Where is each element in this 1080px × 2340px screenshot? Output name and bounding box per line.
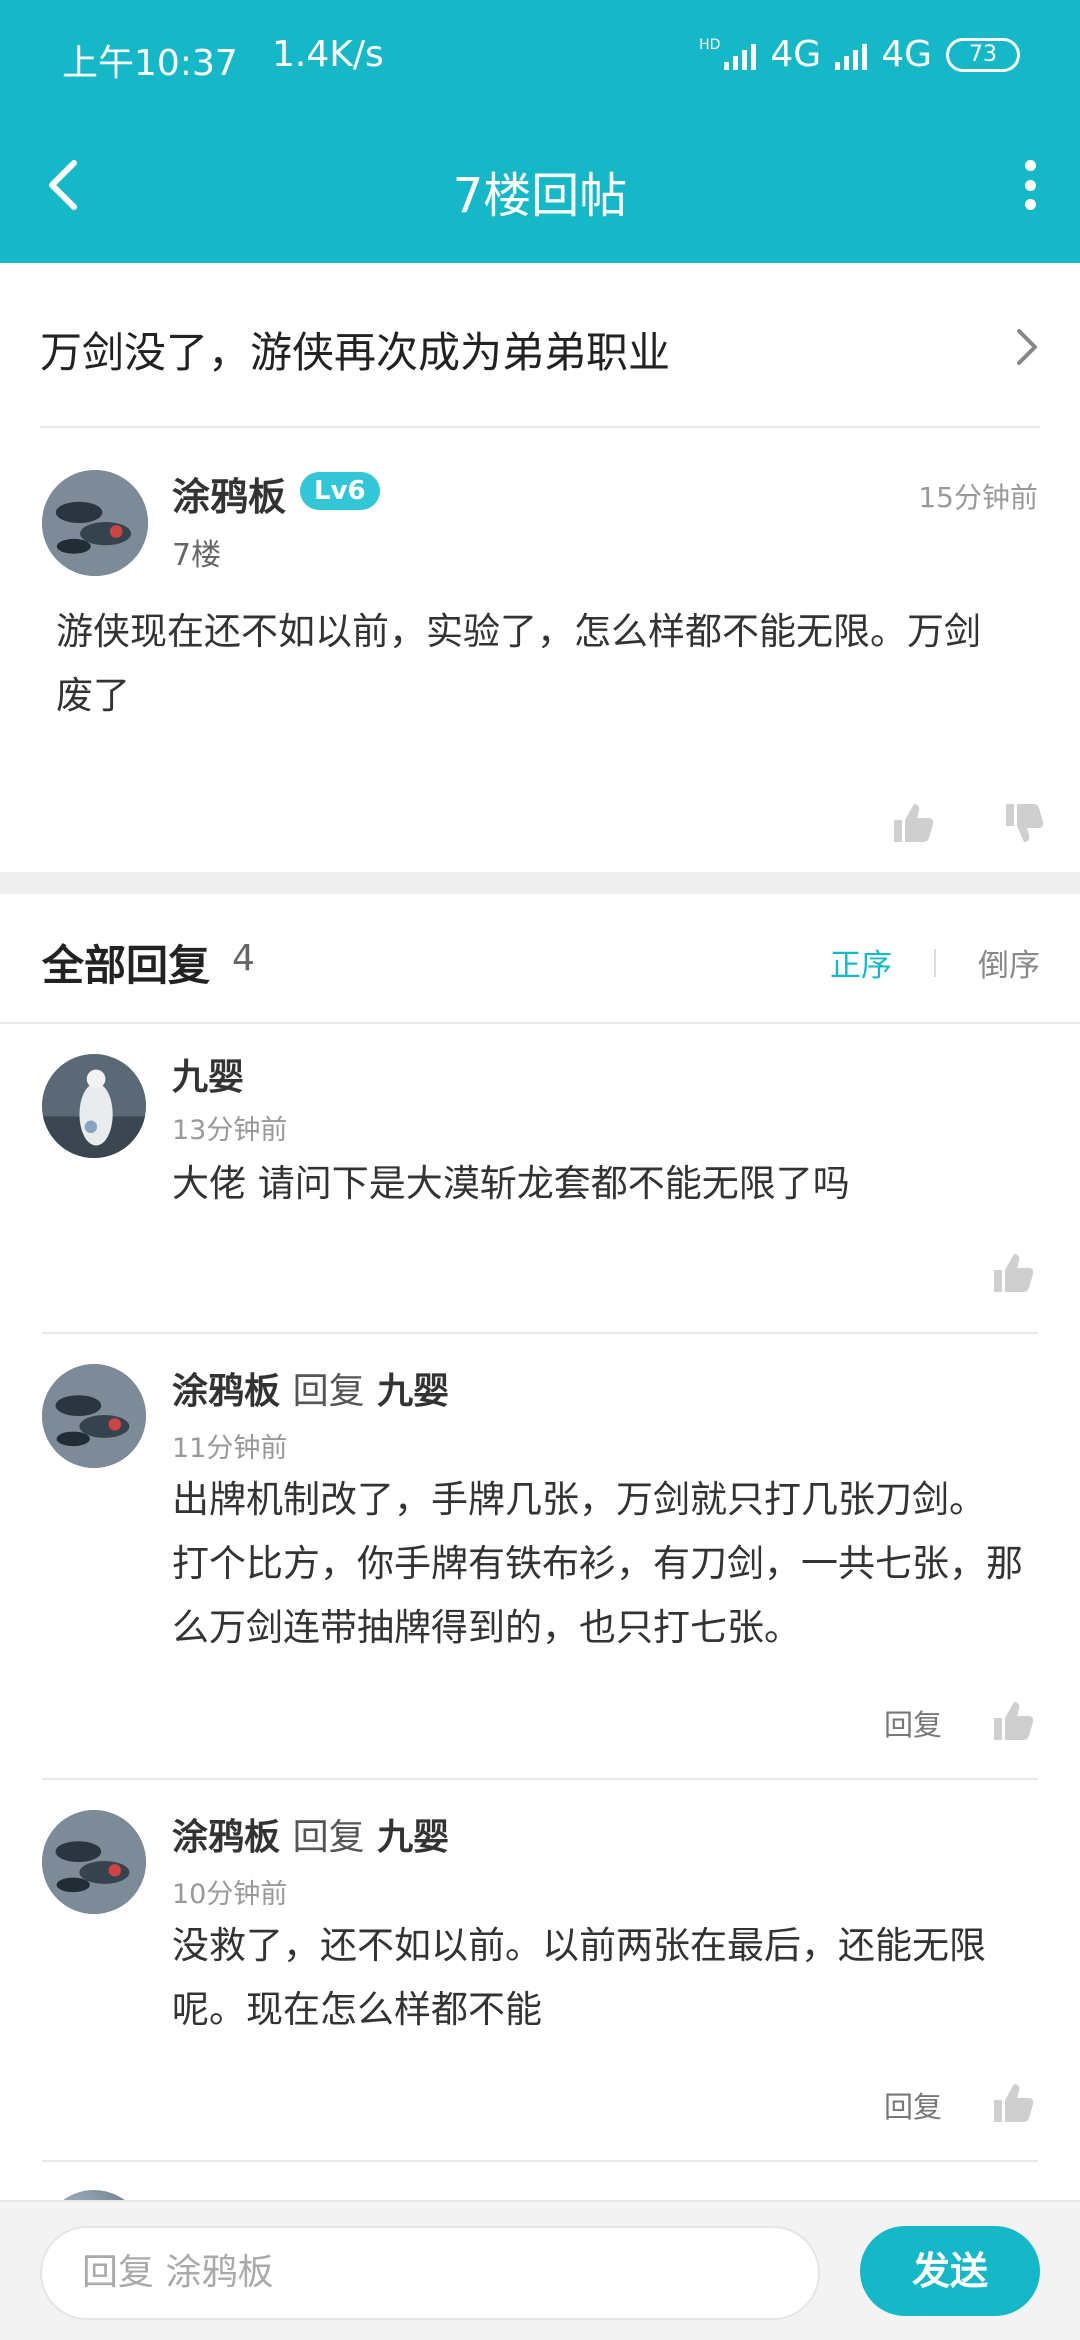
- reply-word: 回复: [292, 1817, 365, 1858]
- post-author[interactable]: 涂鸦板: [172, 466, 286, 521]
- reply-author[interactable]: 涂鸦板: [172, 1371, 280, 1412]
- thread-link[interactable]: 万剑没了，游侠再次成为弟弟职业: [40, 263, 1040, 428]
- reply-content: 没救了，还不如以前。以前两张在最后，还能无限 呢。现在怎么样都不能: [172, 1914, 986, 2042]
- status-icons: HD 4G 4G 73: [699, 34, 1020, 75]
- post-content-line: 废了: [56, 674, 130, 717]
- reply-time: 10分钟前: [172, 1879, 288, 1910]
- reply-content-line: 呢。现在怎么样都不能: [172, 1988, 542, 2031]
- reply-item: 涂鸦板 回复 九婴 10分钟前 没救了，还不如以前。以前两张在最后，还能无限 呢…: [0, 1780, 1080, 2162]
- sort-control: 正序 倒序: [830, 940, 1040, 985]
- reply-content: 大佬 请问下是大漠斩龙套都不能无限了吗: [172, 1152, 850, 1216]
- replies-label: 全部回复: [42, 941, 211, 990]
- thumb-up-icon[interactable]: [990, 1250, 1036, 1296]
- signal-icon: [724, 40, 757, 70]
- replies-header: 全部回复 4 正序 倒序: [0, 894, 1080, 1024]
- reply-item-partial: [0, 2162, 1080, 2202]
- network-type-2: 4G: [881, 34, 932, 75]
- reply-content-line: 没救了，还不如以前。以前两张在最后，还能无限: [172, 1924, 986, 1967]
- main-post: 涂鸦板 Lv6 15分钟前 7楼 游侠现在还不如以前，实验了，怎么样都不能无限。…: [0, 430, 1080, 870]
- send-button[interactable]: 发送: [860, 2226, 1040, 2316]
- reply-content: 出牌机制改了，手牌几张，万剑就只打几张刀剑。 打个比方，你手牌有铁布衫，有刀剑，…: [172, 1468, 1023, 1660]
- reply-item: 涂鸦板 回复 九婴 11分钟前 出牌机制改了，手牌几张，万剑就只打几张刀剑。 打…: [0, 1334, 1080, 1780]
- post-content: 游侠现在还不如以前，实验了，怎么样都不能无限。万剑 废了: [56, 600, 981, 728]
- thumb-up-icon[interactable]: [990, 2080, 1036, 2126]
- reply-to-user[interactable]: 九婴: [377, 1817, 449, 1858]
- reply-author[interactable]: 九婴: [172, 1048, 244, 1100]
- avatar[interactable]: [42, 1364, 146, 1468]
- more-icon[interactable]: [1020, 160, 1040, 210]
- reply-input[interactable]: 回复 涂鸦板: [40, 2226, 820, 2320]
- battery-icon: 73: [946, 37, 1020, 72]
- reply-content-line: 出牌机制改了，手牌几张，万剑就只打几张刀剑。: [172, 1478, 986, 1521]
- thumb-up-icon[interactable]: [990, 1698, 1036, 1744]
- reply-author[interactable]: 涂鸦板: [172, 1817, 280, 1858]
- floor-label: 7楼: [172, 538, 222, 573]
- status-time: 上午10:37: [62, 43, 238, 84]
- thread-title: 万剑没了，游侠再次成为弟弟职业: [40, 328, 671, 377]
- replies-count: 4: [232, 938, 255, 979]
- reply-content-line: 么万剑连带抽牌得到的，也只打七张。: [172, 1606, 801, 1649]
- post-time: 15分钟前: [918, 481, 1038, 514]
- reply-composer: 回复 涂鸦板 发送: [0, 2200, 1080, 2340]
- app-header: 上午10:37 1.4K/s HD 4G 4G 73 7楼回帖: [0, 0, 1080, 263]
- battery-level: 73: [969, 42, 997, 67]
- sort-asc-button[interactable]: 正序: [830, 940, 892, 985]
- level-badge: Lv6: [300, 472, 380, 510]
- reply-word: 回复: [292, 1371, 365, 1412]
- reply-content-line: 打个比方，你手牌有铁布衫，有刀剑，一共七张，那: [172, 1542, 1023, 1585]
- reply-to-user[interactable]: 九婴: [377, 1371, 449, 1412]
- signal-icon: [835, 40, 868, 70]
- reply-time: 11分钟前: [172, 1433, 288, 1464]
- hd-label: HD: [699, 36, 721, 53]
- nav-bar: 7楼回帖: [0, 120, 1080, 250]
- status-bar: 上午10:37 1.4K/s HD 4G 4G 73: [0, 0, 1080, 110]
- sort-desc-button[interactable]: 倒序: [978, 940, 1040, 985]
- post-content-line: 游侠现在还不如以前，实验了，怎么样都不能无限。万剑: [56, 610, 981, 653]
- chevron-right-icon: [1017, 329, 1037, 365]
- reply-button[interactable]: 回复: [884, 1702, 942, 1744]
- avatar[interactable]: [42, 1054, 146, 1158]
- page-title: 7楼回帖: [452, 168, 628, 224]
- section-divider: [0, 872, 1080, 894]
- reply-author-line: 涂鸦板 回复 九婴: [172, 1808, 449, 1860]
- reply-item: 九婴 13分钟前 大佬 请问下是大漠斩龙套都不能无限了吗: [0, 1024, 1080, 1334]
- thumb-down-icon[interactable]: [1002, 800, 1048, 846]
- avatar[interactable]: [42, 1810, 146, 1914]
- reply-content-line: 大佬 请问下是大漠斩龙套都不能无限了吗: [172, 1162, 850, 1205]
- status-net-speed: 1.4K/s: [272, 34, 384, 75]
- network-type-1: 4G: [770, 34, 822, 75]
- reply-author-line: 涂鸦板 回复 九婴: [172, 1362, 449, 1414]
- avatar[interactable]: [42, 470, 148, 576]
- sort-divider: [934, 948, 936, 977]
- reply-time: 13分钟前: [172, 1115, 288, 1146]
- reply-button[interactable]: 回复: [884, 2084, 942, 2126]
- thumb-up-icon[interactable]: [890, 800, 936, 846]
